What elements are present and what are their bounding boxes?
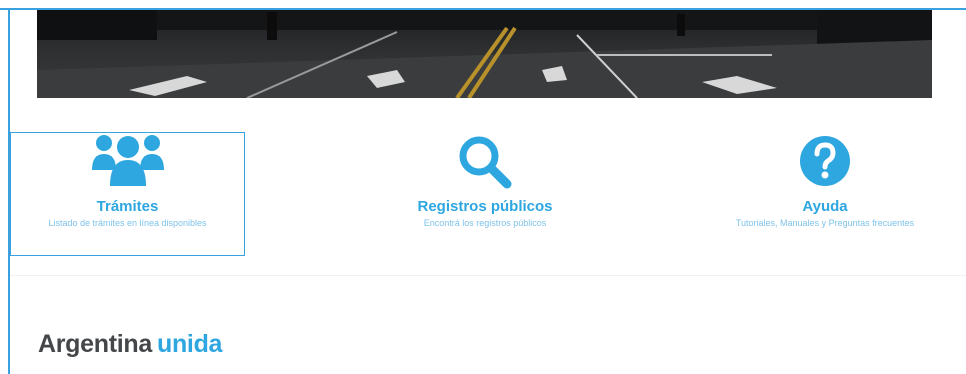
brand-title: Argentina unida	[38, 330, 222, 359]
users-group-icon	[91, 135, 164, 186]
nav-item-tramites[interactable]: Trámites Listado de trámites en línea di…	[10, 132, 245, 256]
question-icon	[800, 136, 850, 186]
hero-banner-image	[37, 10, 932, 98]
nav-item-subtitle: Encontrá los registros públicos	[423, 218, 547, 228]
search-icon	[459, 136, 512, 189]
nav-item-title: Trámites	[96, 198, 159, 215]
nav-item-title: Ayuda	[802, 198, 848, 215]
nav-item-registros-publicos[interactable]: Registros públicos Encontrá los registro…	[370, 132, 600, 256]
nav-item-subtitle: Listado de trámites en línea disponibles	[48, 218, 207, 228]
brand-word-unida: unida	[156, 330, 223, 358]
nav-item-title: Registros públicos	[417, 198, 553, 215]
nav-item-ayuda[interactable]: Ayuda Tutoriales, Manuales y Preguntas f…	[685, 132, 965, 256]
brand-word-argentina: Argentina	[38, 330, 152, 358]
service-nav: Trámites Listado de trámites en línea di…	[0, 120, 966, 260]
nav-item-subtitle: Tutoriales, Manuales y Preguntas frecuen…	[735, 218, 915, 228]
section-divider	[10, 275, 966, 276]
